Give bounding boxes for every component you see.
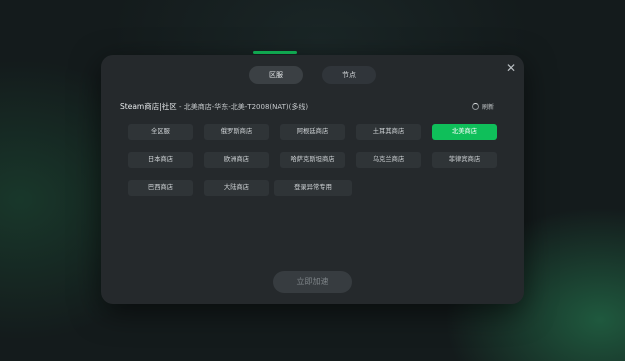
region-select-dialog: ✕ 区服 节点 Steam商店|社区 - 北美商店-华东-北美-T2008(NA… bbox=[101, 55, 524, 304]
route-detail-label: - 北美商店-华东-北美-T2008(NAT)(多线) bbox=[176, 103, 309, 111]
route-game-label: Steam商店|社区 bbox=[120, 102, 177, 111]
region-option[interactable]: 哈萨克斯坦商店 bbox=[280, 152, 345, 168]
region-option[interactable]: 阿根廷商店 bbox=[280, 124, 345, 140]
region-option[interactable]: 土耳其商店 bbox=[356, 124, 421, 140]
region-option[interactable]: 北美商店 bbox=[432, 124, 497, 140]
tab-node[interactable]: 节点 bbox=[322, 66, 376, 84]
current-route: Steam商店|社区 - 北美商店-华东-北美-T2008(NAT)(多线) bbox=[120, 101, 308, 112]
tab-bar: 区服 节点 bbox=[101, 66, 524, 84]
accelerate-button[interactable]: 立即加速 bbox=[273, 271, 352, 293]
region-option[interactable]: 登录异常专用 bbox=[274, 180, 352, 196]
region-option[interactable]: 俄罗斯商店 bbox=[204, 124, 269, 140]
tab-region[interactable]: 区服 bbox=[249, 66, 303, 84]
region-option[interactable]: 日本商店 bbox=[128, 152, 193, 168]
active-tab-indicator bbox=[253, 51, 297, 54]
refresh-icon bbox=[472, 102, 479, 110]
region-option[interactable]: 大陆商店 bbox=[204, 180, 269, 196]
refresh-button[interactable]: 刷新 bbox=[472, 100, 494, 112]
region-option[interactable]: 欧洲商店 bbox=[204, 152, 269, 168]
region-option[interactable]: 巴西商店 bbox=[128, 180, 193, 196]
region-option[interactable]: 全区服 bbox=[128, 124, 193, 140]
region-option[interactable]: 乌克兰商店 bbox=[356, 152, 421, 168]
region-option[interactable]: 菲律宾商店 bbox=[432, 152, 497, 168]
refresh-label: 刷新 bbox=[482, 103, 495, 111]
